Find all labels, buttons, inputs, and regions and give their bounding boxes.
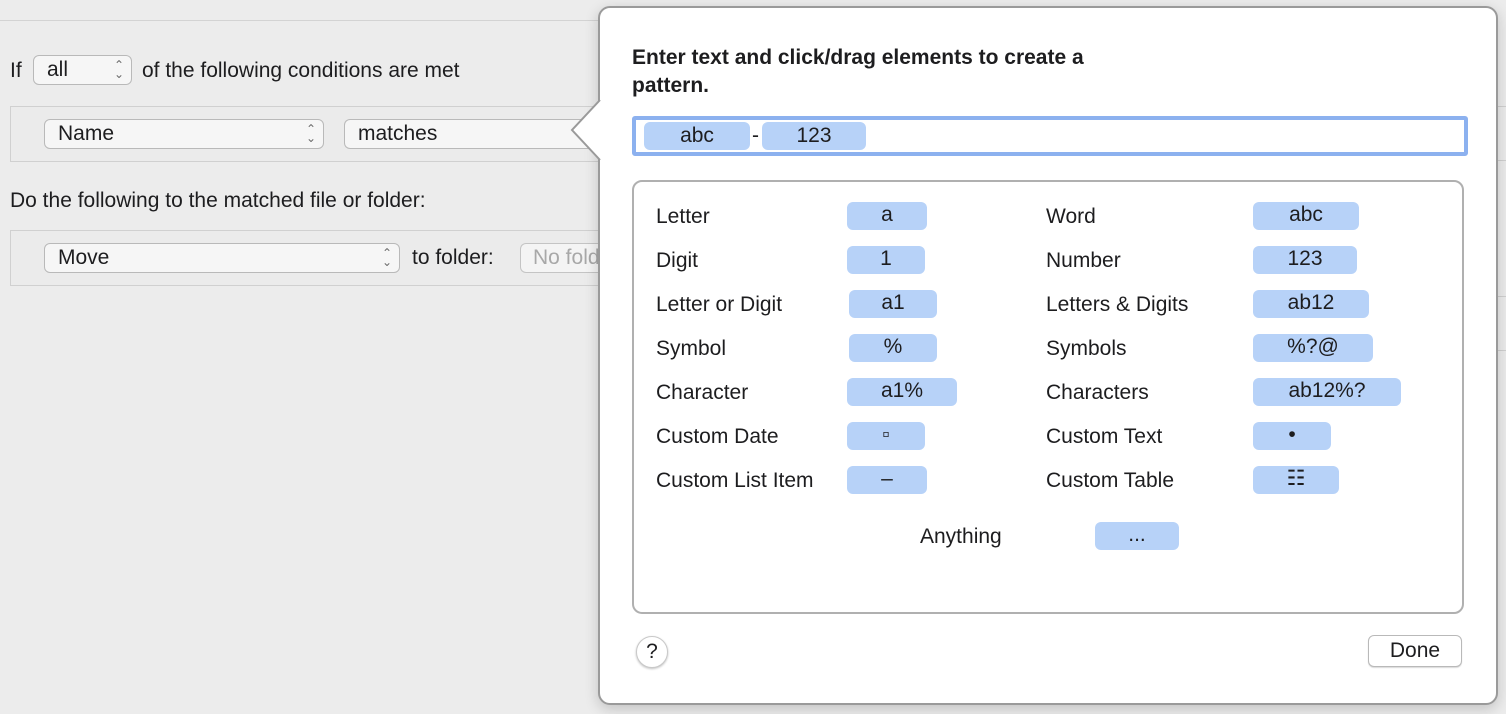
element-label-character: Character [656,381,749,404]
element-token-letter-or-digit[interactable]: a1 [849,290,937,318]
top-divider [0,20,600,21]
pattern-popover: Enter text and click/drag elements to cr… [598,6,1498,705]
popover-title: Enter text and click/drag elements to cr… [632,46,1084,97]
element-token-symbols[interactable]: %?@ [1253,334,1373,362]
element-label-number: Number [1046,249,1121,272]
pattern-token-number[interactable]: 123 [762,122,866,150]
element-label-anything: Anything [920,525,1002,548]
element-token-word[interactable]: abc [1253,202,1359,230]
element-label-symbol: Symbol [656,337,727,360]
right-edge-line [1498,160,1506,161]
element-label-custom-list-item: Custom List Item [656,469,814,492]
pattern-elements-panel: Letter a Digit 1 Letter or Digit a1 Symb… [632,180,1464,614]
folder-placeholder: No folder [533,246,602,269]
element-token-characters[interactable]: ab12%? [1253,378,1401,406]
done-button[interactable]: Done [1368,635,1462,667]
element-token-custom-list-item[interactable]: – [847,466,927,494]
attribute-value: Name [58,122,115,145]
element-label-custom-text: Custom Text [1046,425,1163,448]
element-label-letter-or-digit: Letter or Digit [656,293,783,316]
element-label-symbols: Symbols [1046,337,1127,360]
element-token-letter[interactable]: a [847,202,927,230]
element-label-digit: Digit [656,249,699,272]
match-mode-select[interactable]: all ⌃ ⌄ [33,55,132,85]
popover-pointer-icon [570,99,601,161]
operator-value: matches [358,122,438,145]
help-button[interactable]: ? [636,636,668,668]
element-label-characters: Characters [1046,381,1149,404]
updown-chevron-icon: ⌃ ⌄ [305,122,316,145]
right-edge-line [1498,106,1506,107]
pattern-token-word[interactable]: abc [644,122,750,150]
element-token-digit[interactable]: 1 [847,246,925,274]
right-edge-line [1498,350,1506,351]
element-token-symbol[interactable]: % [849,334,937,362]
match-mode-value: all [47,58,69,81]
operator-select[interactable]: matches [344,119,594,149]
element-token-custom-date[interactable]: ▫ [847,422,925,450]
element-token-anything[interactable]: ... [1095,522,1179,550]
element-label-letters-digits: Letters & Digits [1046,293,1189,316]
element-label-letter: Letter [656,205,710,228]
actions-heading: Do the following to the matched file or … [10,189,426,212]
updown-chevron-icon: ⌃ ⌄ [381,246,392,269]
attribute-select[interactable]: Name ⌃ ⌄ [44,119,324,149]
folder-field[interactable]: No folder [520,243,602,273]
conditions-suffix: of the following conditions are met [142,59,460,82]
if-label: If [10,59,22,82]
right-edge-line [1498,296,1506,297]
to-folder-label: to folder: [412,246,494,269]
element-label-word: Word [1046,205,1096,228]
element-token-custom-text[interactable]: • [1253,422,1331,450]
element-token-number[interactable]: 123 [1253,246,1357,274]
element-token-character[interactable]: a1% [847,378,957,406]
pattern-input[interactable]: abc - 123 [632,116,1468,156]
element-token-custom-table[interactable]: ☷ [1253,466,1339,494]
action-value: Move [58,246,110,269]
action-select[interactable]: Move ⌃ ⌄ [44,243,400,273]
pattern-separator: - [752,124,759,147]
updown-chevron-icon: ⌃ ⌄ [113,58,124,81]
element-label-custom-date: Custom Date [656,425,779,448]
element-token-letters-digits[interactable]: ab12 [1253,290,1369,318]
element-label-custom-table: Custom Table [1046,469,1175,492]
